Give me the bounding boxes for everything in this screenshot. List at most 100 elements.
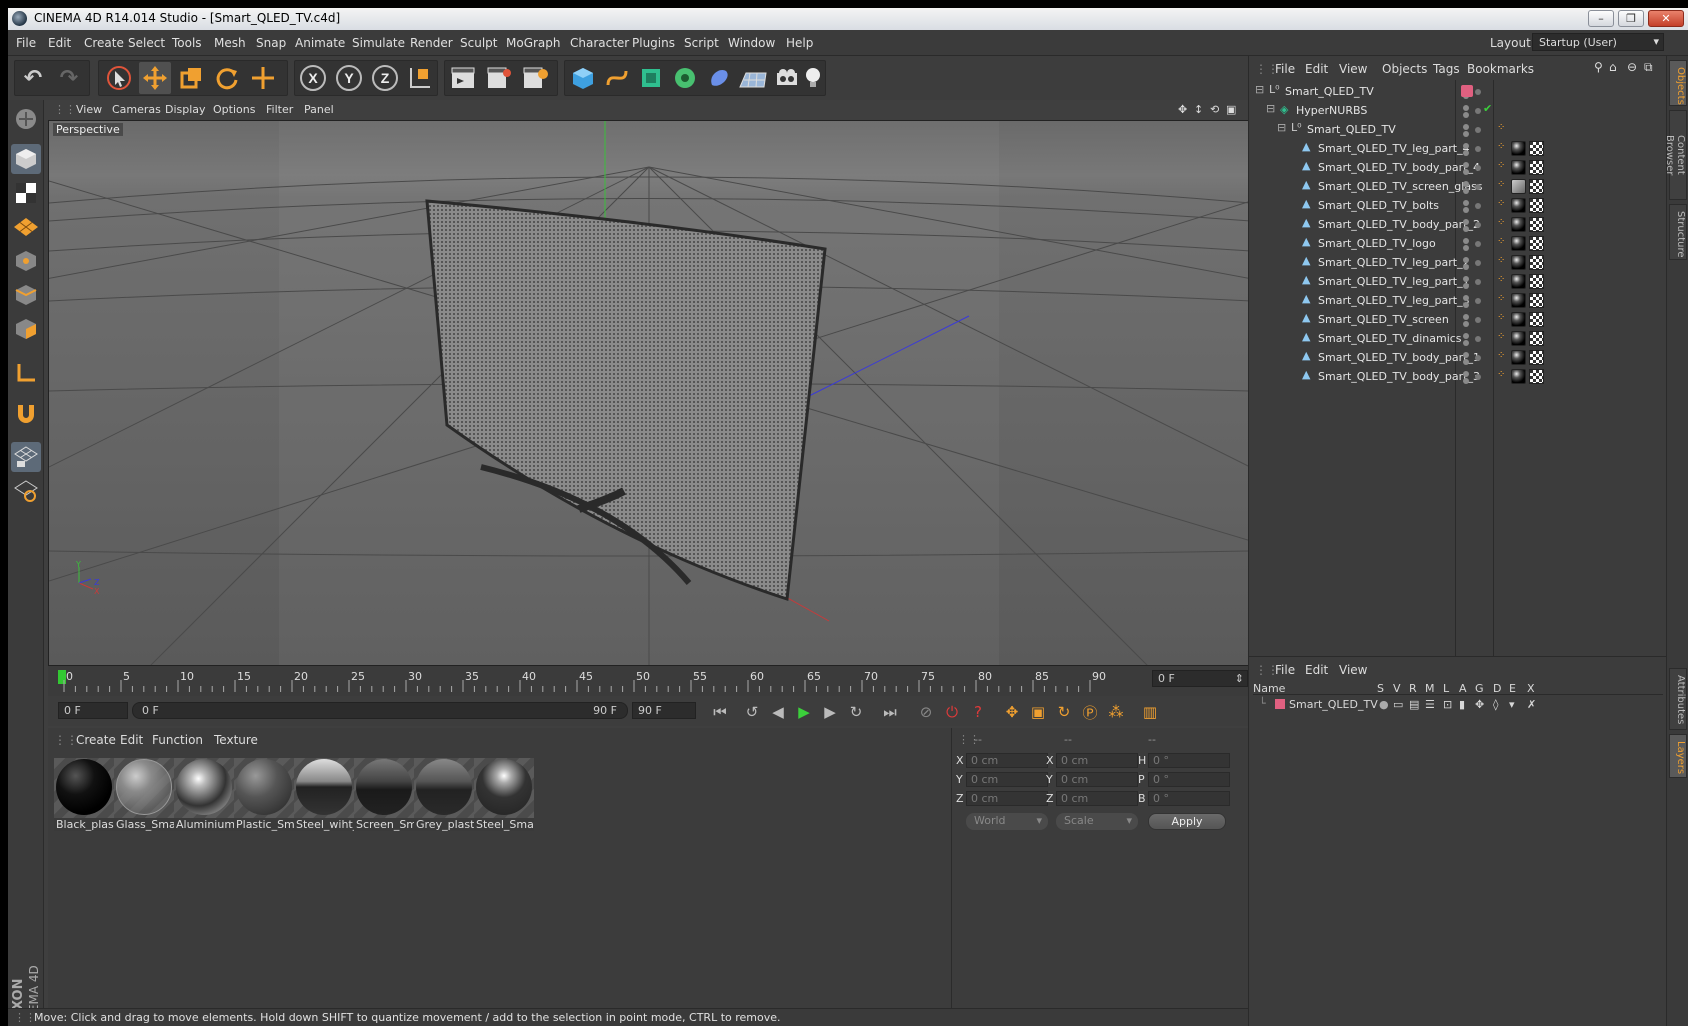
menu-edit[interactable]: Edit <box>48 36 71 50</box>
light-icon[interactable] <box>797 62 829 94</box>
expand-toggle-icon[interactable]: ⊟ <box>1255 83 1264 96</box>
phong-tag-icon[interactable]: ⁘ <box>1497 236 1505 247</box>
object-tree-row[interactable]: ⊟ L⁰ Smart_QLED_TV <box>1249 82 1667 101</box>
column-xref[interactable]: X <box>1527 682 1535 695</box>
editor-visibility-dot[interactable] <box>1463 333 1469 339</box>
render-visibility-dot[interactable] <box>1463 131 1469 137</box>
workplane-lock-icon[interactable] <box>11 442 41 472</box>
expand-toggle-icon[interactable]: ⊟ <box>1277 121 1286 134</box>
render-visibility-dot[interactable] <box>1463 302 1469 308</box>
menu-snap[interactable]: Snap <box>256 36 286 50</box>
layers-menu-view[interactable]: View <box>1339 663 1367 677</box>
layer-dot[interactable] <box>1475 298 1481 304</box>
previous-key-icon[interactable]: ↺ <box>740 700 764 724</box>
menu-mograph[interactable]: MoGraph <box>506 36 561 50</box>
material-tag-icon[interactable] <box>1511 217 1526 232</box>
column-animation[interactable]: A <box>1459 682 1467 695</box>
editor-visibility-dot[interactable] <box>1463 200 1469 206</box>
editor-visibility-dot[interactable] <box>1463 352 1469 358</box>
undo-icon[interactable]: ↶ <box>17 62 49 94</box>
render-visibility-dot[interactable] <box>1463 245 1469 251</box>
layer-dot[interactable] <box>1475 355 1481 361</box>
object-name[interactable]: Smart_QLED_TV <box>1307 123 1396 136</box>
phong-tag-icon[interactable]: ⁘ <box>1497 312 1505 323</box>
material-tag-icon[interactable] <box>1511 293 1526 308</box>
planar-workplane-icon[interactable] <box>11 476 41 506</box>
objects-menu-edit[interactable]: Edit <box>1305 62 1328 76</box>
animation-toggle-icon[interactable]: ▮ <box>1459 698 1465 711</box>
scale-tool-icon[interactable] <box>175 62 207 94</box>
spline-pen-icon[interactable] <box>601 62 633 94</box>
collapse-icon[interactable]: ⊖ <box>1627 60 1637 74</box>
material-tag-icon[interactable] <box>1511 179 1526 194</box>
uvw-tag-icon[interactable] <box>1529 350 1544 365</box>
rot-h-field[interactable]: 0 ° <box>1148 753 1230 768</box>
enabled-check-icon[interactable]: ✔ <box>1483 102 1492 115</box>
object-name[interactable]: Smart_QLED_TV_body_part_4 <box>1318 161 1480 174</box>
move-tool-icon[interactable] <box>139 62 171 94</box>
x-axis-lock-icon[interactable]: X <box>297 62 329 94</box>
snap-magnet-icon[interactable] <box>11 398 41 428</box>
render-toggle-icon[interactable]: ▤ <box>1409 698 1419 711</box>
current-frame-field[interactable]: 0 F ⇕ <box>1152 670 1248 687</box>
editor-visibility-dot[interactable] <box>1463 181 1469 187</box>
phong-tag-icon[interactable]: ⁘ <box>1497 217 1505 228</box>
material-tag-icon[interactable] <box>1511 141 1526 156</box>
layer-dot[interactable] <box>1475 127 1481 133</box>
render-picture-viewer-icon[interactable] <box>483 62 515 94</box>
pos-y-field[interactable]: 0 cm <box>966 772 1048 787</box>
layer-dot[interactable] <box>1475 146 1481 152</box>
recent-tool-icon[interactable] <box>247 62 279 94</box>
object-tree-row[interactable]: ⊟ ◈ HyperNURBS ✔ <box>1249 101 1667 120</box>
render-visibility-dot[interactable] <box>1463 340 1469 346</box>
object-tree-row[interactable]: ▲ Smart_QLED_TV_dinamics ⁘ <box>1249 329 1667 348</box>
object-name[interactable]: Smart_QLED_TV_screen <box>1318 313 1449 326</box>
layers-menu-edit[interactable]: Edit <box>1305 663 1328 677</box>
layer-dot[interactable] <box>1475 108 1481 114</box>
viewport-menu-cameras[interactable]: Cameras <box>112 103 161 116</box>
deformers-toggle-icon[interactable]: ◊ <box>1493 698 1498 711</box>
column-name[interactable]: Name <box>1253 682 1285 695</box>
solo-toggle-icon[interactable]: ● <box>1379 698 1389 711</box>
cinema4d-app-icon[interactable] <box>12 11 27 26</box>
phong-tag-icon[interactable]: ⁘ <box>1497 331 1505 342</box>
render-visibility-dot[interactable] <box>1463 264 1469 270</box>
uvw-tag-icon[interactable] <box>1529 217 1544 232</box>
menu-character[interactable]: Character <box>570 36 629 50</box>
material-menu-edit[interactable]: Edit <box>120 733 143 747</box>
timeline-window-icon[interactable]: ▥ <box>1138 700 1162 724</box>
objects-menu-view[interactable]: View <box>1339 62 1367 76</box>
nurbs-generator-icon[interactable] <box>635 62 667 94</box>
lock-toggle-icon[interactable]: ⊡ <box>1443 698 1452 711</box>
layer-dot[interactable] <box>1475 279 1481 285</box>
object-tree-row[interactable]: ▲ Smart_QLED_TV_body_part_1 ⁘ <box>1249 348 1667 367</box>
object-tree-row[interactable]: ▲ Smart_QLED_TV_body_part_4 ⁘ <box>1249 158 1667 177</box>
object-name[interactable]: Smart_QLED_TV_logo <box>1318 237 1436 250</box>
object-name[interactable]: Smart_QLED_TV_dinamics <box>1318 332 1462 345</box>
editor-visibility-dot[interactable] <box>1463 143 1469 149</box>
pan-view-icon[interactable]: ✥ <box>1178 103 1187 116</box>
object-name[interactable]: HyperNURBS <box>1296 104 1367 117</box>
menu-file[interactable]: File <box>16 36 36 50</box>
uvw-tag-icon[interactable] <box>1529 293 1544 308</box>
menu-script[interactable]: Script <box>684 36 719 50</box>
phong-tag-icon[interactable]: ⁘ <box>1497 198 1505 209</box>
autokeying-icon[interactable]: ⏻ <box>940 700 964 724</box>
editor-visibility-dot[interactable] <box>1463 105 1469 111</box>
key-scale-icon[interactable]: ▣ <box>1026 700 1050 724</box>
phong-tag-icon[interactable]: ⁘ <box>1497 160 1505 171</box>
object-tree-row[interactable]: ▲ Smart_QLED_TV_bolts ⁘ <box>1249 196 1667 215</box>
object-tree-row[interactable]: ▲ Smart_QLED_TV_body_part_2 ⁘ <box>1249 215 1667 234</box>
size-z-field[interactable]: 0 cm <box>1056 791 1138 806</box>
edges-mode-icon[interactable] <box>11 280 41 310</box>
play-forward-icon[interactable]: ▶ <box>792 700 816 724</box>
phong-tag-icon[interactable]: ⁘ <box>1497 369 1505 380</box>
layer-dot[interactable] <box>1475 336 1481 342</box>
object-tree-row[interactable]: ▲ Smart_QLED_TV_screen_glass ⁘ <box>1249 177 1667 196</box>
render-visibility-dot[interactable] <box>1463 359 1469 365</box>
column-expressions[interactable]: E <box>1509 682 1516 695</box>
go-to-start-icon[interactable]: ⏮ <box>708 700 732 724</box>
render-visibility-dot[interactable] <box>1463 112 1469 118</box>
array-mograph-icon[interactable] <box>669 62 701 94</box>
tab-attributes[interactable]: Attributes <box>1669 668 1687 730</box>
